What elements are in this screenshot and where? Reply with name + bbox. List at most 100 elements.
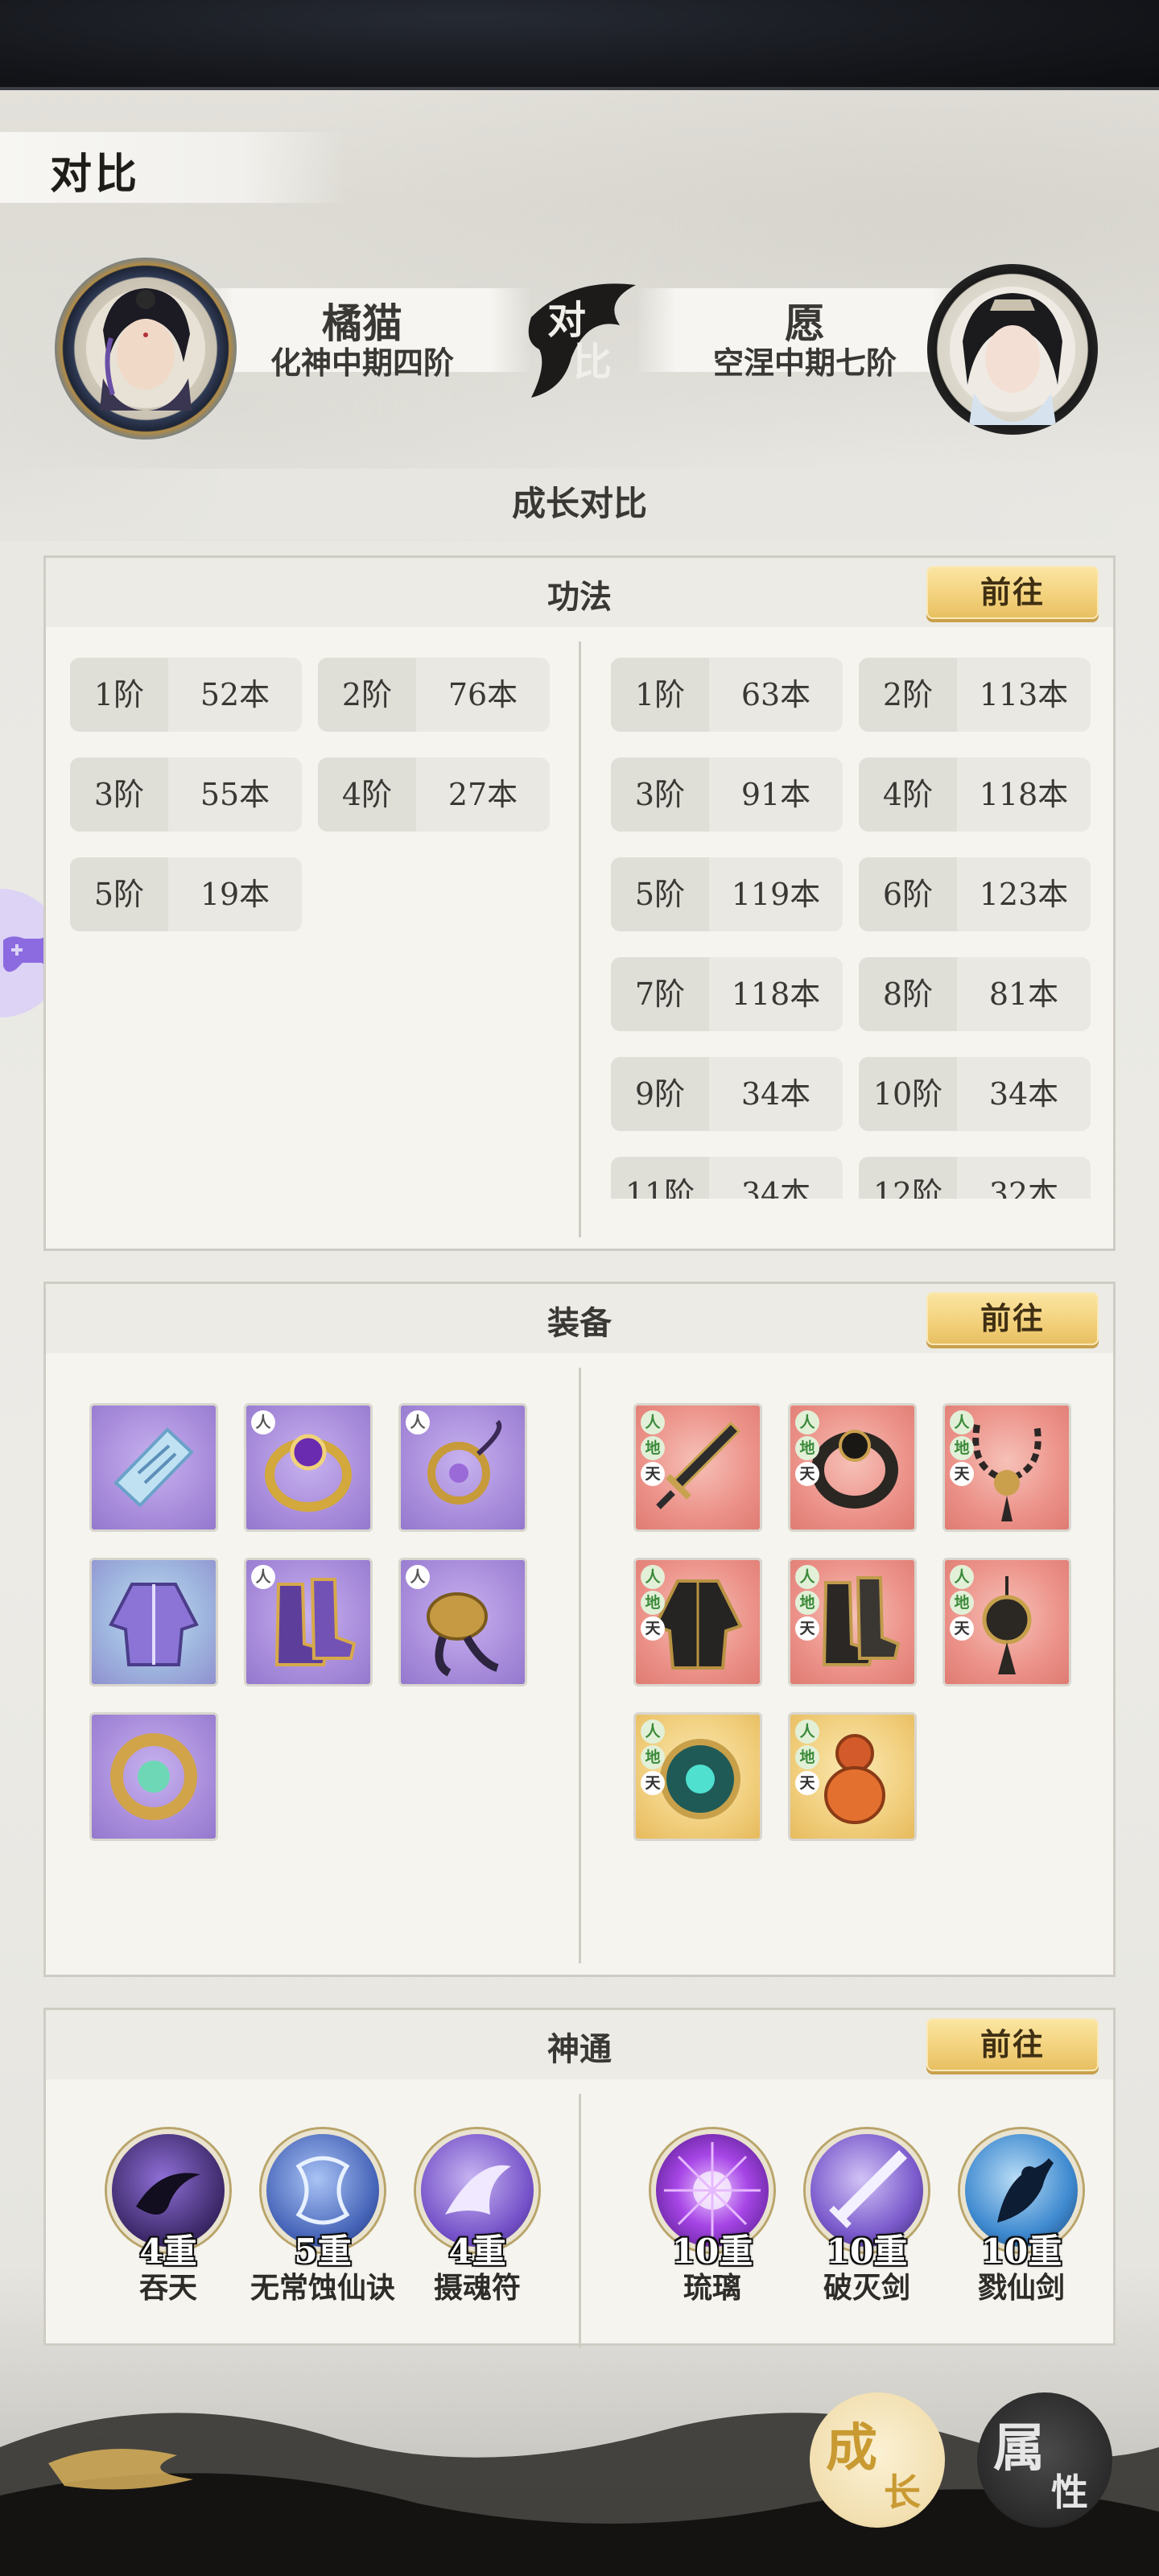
grade-tian-badge: 天 (950, 1616, 974, 1641)
gongfa-right-chip: 2阶 113本 (859, 658, 1091, 732)
grade-ren-badge: 人 (795, 1565, 819, 1589)
equip-right-5[interactable]: 人 地 天 (788, 1558, 917, 1686)
shentong-header: 神通 前往 (46, 2010, 1113, 2079)
equip-right-4[interactable]: 人 地 天 (633, 1558, 762, 1686)
chip-count: 119本 (731, 877, 821, 912)
gongfa-right-chip: 9阶 34本 (611, 1057, 843, 1131)
chip-tier: 4阶 (859, 758, 957, 832)
skill-right-2[interactable]: 10重 破灭剑 (786, 2129, 947, 2322)
gongfa-left-chip: 2阶 76本 (318, 658, 550, 732)
equip-left-3[interactable]: 人 (398, 1403, 527, 1532)
zhuangbei-divider (579, 1368, 581, 1963)
tab-growth-char1: 成 (826, 2418, 877, 2479)
growth-compare-title: 成长对比 (511, 484, 647, 523)
zhuangbei-goto-button[interactable]: 前往 (926, 1292, 1099, 1345)
equip-right-7[interactable]: 人 地 天 (633, 1712, 762, 1841)
shentong-goto-button[interactable]: 前往 (926, 2018, 1099, 2071)
left-portrait-icon (86, 288, 205, 411)
gongfa-left-chip: 3阶 55本 (70, 758, 302, 832)
equip-left-4[interactable] (89, 1558, 218, 1686)
chip-count: 27本 (448, 777, 518, 812)
grade-badge: 人 (406, 1565, 430, 1589)
left-player-realm: 化神中期四阶 (270, 345, 454, 381)
grade-ren-badge: 人 (641, 1565, 665, 1589)
shentong-panel: 神通 前往 4重 吞天 5重 无常蚀仙诀 4重 摄魂符 10重 琉璃 10重 破… (43, 2008, 1116, 2348)
gongfa-left-chip: 1阶 52本 (70, 658, 302, 732)
skill-right-1[interactable]: 10重 琉璃 (632, 2129, 793, 2322)
gongfa-goto-button[interactable]: 前往 (926, 566, 1099, 619)
grade-ren-badge: 人 (641, 1410, 665, 1435)
grade-di-badge: 地 (795, 1745, 819, 1769)
chip-tier: 9阶 (611, 1057, 709, 1131)
equip-left-2[interactable]: 人 (244, 1403, 373, 1532)
grade-di-badge: 地 (950, 1436, 974, 1460)
gongfa-right-chip: 7阶 118本 (611, 957, 843, 1031)
equip-left-6[interactable]: 人 (398, 1558, 527, 1686)
equip-right-2[interactable]: 人 地 天 (788, 1403, 917, 1532)
chip-tier: 12阶 (859, 1157, 957, 1199)
grade-ren-badge: 人 (795, 1410, 819, 1435)
chip-tier: 3阶 (611, 758, 709, 832)
tab-attributes-char1: 属 (993, 2418, 1045, 2479)
versus-row: 橘猫 化神中期四阶 愿 空涅中期七阶 对 比 (0, 258, 1159, 440)
chip-count: 34本 (988, 1076, 1059, 1112)
grade-badge: 人 (251, 1565, 275, 1589)
chip-count: 34本 (740, 1176, 811, 1199)
gongfa-list[interactable]: 1阶 52本 2阶 76本 3阶 55本 4阶 27本 5阶 19本 1阶 63本 2阶 11… (46, 627, 1113, 1199)
gongfa-right-chip: 1阶 63本 (611, 658, 843, 732)
gongfa-right-chip: 5阶 119本 (611, 857, 843, 931)
grade-tian-badge: 天 (641, 1462, 665, 1486)
gongfa-left-chip: 5阶 19本 (70, 857, 302, 931)
gongfa-right-chip: 3阶 91本 (611, 758, 843, 832)
equip-right-8[interactable]: 人 地 天 (788, 1712, 917, 1841)
equip-right-6[interactable]: 人 地 天 (942, 1558, 1071, 1686)
right-player-realm: 空涅中期七阶 (712, 345, 897, 381)
chip-tier: 2阶 (859, 658, 957, 732)
zhuangbei-panel: 装备 前往 人 人 人 人 人 地 天 人 地 天 人 地 天 人 地 天 人 … (43, 1282, 1116, 1977)
skill-right-3[interactable]: 10重 戮仙剑 (941, 2129, 1102, 2322)
skill-left-3[interactable]: 4重 摄魂符 (397, 2129, 558, 2322)
equip-left-1[interactable] (89, 1403, 218, 1532)
chip-count: 118本 (731, 976, 821, 1012)
chip-count: 118本 (979, 777, 1069, 812)
grade-ren-badge: 人 (950, 1565, 974, 1589)
tab-attributes[interactable]: 属 性 (977, 2392, 1112, 2528)
chip-count: 55本 (200, 777, 270, 812)
gongfa-right-chip: 12阶 32本 (859, 1157, 1091, 1199)
equip-right-3[interactable]: 人 地 天 (942, 1403, 1071, 1532)
chip-tier: 8阶 (859, 957, 957, 1031)
chip-tier: 6阶 (859, 857, 957, 931)
grade-di-badge: 地 (641, 1591, 665, 1615)
right-portrait-icon (950, 287, 1075, 425)
equip-left-7[interactable] (89, 1712, 218, 1841)
left-player-avatar[interactable] (55, 258, 237, 440)
chip-count: 63本 (740, 677, 811, 712)
equip-right-1[interactable]: 人 地 天 (633, 1403, 762, 1532)
chip-tier: 11阶 (611, 1157, 709, 1199)
grade-badge: 人 (251, 1410, 275, 1435)
grade-ren-badge: 人 (950, 1410, 974, 1435)
chip-count: 76本 (448, 677, 518, 712)
grade-di-badge: 地 (795, 1436, 819, 1460)
right-player-avatar[interactable] (927, 264, 1098, 435)
top-status-bar (0, 0, 1159, 90)
gongfa-right-chip: 10阶 34本 (859, 1057, 1091, 1131)
vs-emblem: 对 比 (515, 269, 644, 406)
equip-left-5[interactable]: 人 (244, 1558, 373, 1686)
skill-left-2[interactable]: 5重 无常蚀仙诀 (242, 2129, 403, 2322)
gongfa-right-chip: 11阶 34本 (611, 1157, 843, 1199)
gongfa-right-chip: 8阶 81本 (859, 957, 1091, 1031)
chip-tier: 4阶 (318, 758, 416, 832)
chip-tier: 3阶 (70, 758, 168, 832)
right-player-card: 愿 空涅中期七阶 (636, 288, 974, 381)
grade-tian-badge: 天 (641, 1616, 665, 1641)
tab-growth[interactable]: 成 长 (810, 2392, 945, 2528)
skill-left-1[interactable]: 4重 吞天 (88, 2129, 249, 2322)
skill-name: 戮仙剑 (977, 2271, 1065, 2305)
grade-ren-badge: 人 (795, 1719, 819, 1744)
robe-icon (109, 1583, 199, 1666)
grade-tian-badge: 天 (950, 1462, 974, 1486)
grade-tian-badge: 天 (641, 1771, 665, 1795)
grade-di-badge: 地 (641, 1745, 665, 1769)
svg-text:对: 对 (547, 298, 586, 343)
